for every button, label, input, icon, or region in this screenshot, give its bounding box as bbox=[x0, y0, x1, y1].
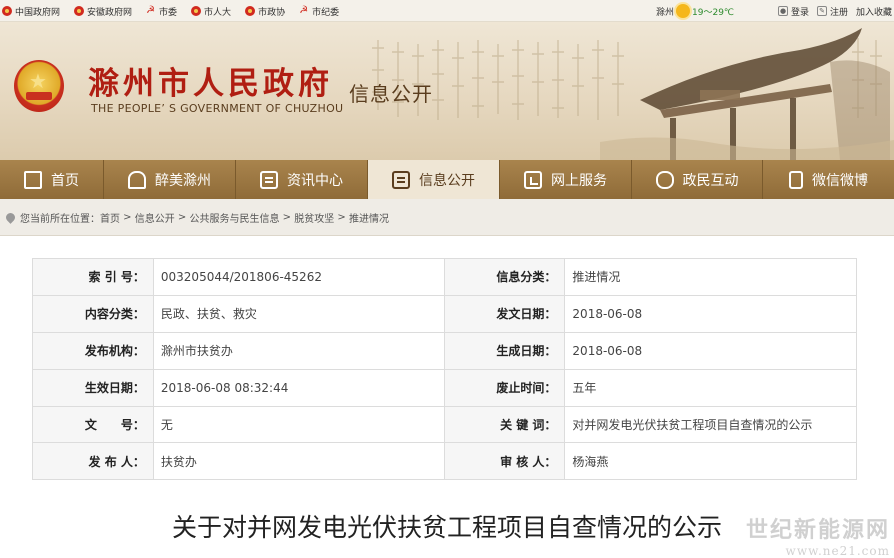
weather-widget: 滁州 19～29℃ bbox=[656, 0, 734, 22]
meta-value: 五年 bbox=[564, 368, 857, 407]
link-china-gov[interactable]: 中国政府网 bbox=[2, 5, 60, 18]
meta-value: 003205044/201806-45262 bbox=[152, 258, 445, 296]
table-row: 内容分类： 民政、扶贫、救灾 发文日期： 2018-06-08 bbox=[32, 294, 857, 333]
meta-value: 对并网发电光伏扶贫工程项目自查情况的公示 bbox=[564, 405, 857, 444]
breadcrumb: 您当前所在位置： 首页 > 信息公开 > 公共服务与民生信息 > 脱贫攻坚 > … bbox=[0, 199, 894, 236]
link-city-cppcc[interactable]: 市政协 bbox=[245, 5, 285, 18]
meta-value: 滁州市扶贫办 bbox=[152, 331, 445, 370]
edit-icon: ✎ bbox=[817, 6, 828, 16]
breadcrumb-separator: > bbox=[334, 211, 349, 223]
add-favorite-link[interactable]: 加入收藏 bbox=[856, 5, 892, 18]
link-city-committee[interactable]: ☭ 市委 bbox=[146, 5, 177, 18]
home-icon bbox=[24, 170, 42, 189]
meta-label: 索 引 号： bbox=[32, 258, 154, 296]
meta-label: 内容分类： bbox=[32, 294, 154, 333]
meta-label: 信息分类： bbox=[443, 258, 566, 296]
meta-label: 生效日期： bbox=[32, 368, 154, 407]
meta-value: 杨海燕 bbox=[564, 442, 857, 481]
meta-value: 无 bbox=[152, 405, 445, 444]
national-emblem-icon bbox=[191, 6, 202, 16]
nav-home[interactable]: 首页 bbox=[0, 160, 104, 199]
meta-value: 2018-06-08 08:32:44 bbox=[152, 368, 445, 407]
nav-info-disclosure[interactable]: 信息公开 bbox=[368, 160, 500, 199]
watermark: 世纪新能源网 www.ne21.com bbox=[746, 512, 890, 558]
meta-value: 2018-06-08 bbox=[564, 331, 857, 370]
national-emblem-logo[interactable] bbox=[14, 60, 64, 112]
register-link[interactable]: ✎ 注册 bbox=[817, 5, 848, 18]
document-meta-table: 索 引 号： 003205044/201806-45262 信息分类： 推进情况… bbox=[32, 258, 857, 481]
link-anhui-gov[interactable]: 安徽政府网 bbox=[74, 5, 132, 18]
top-bar: 中国政府网 安徽政府网 ☭ 市委 市人大 市政协 ☭ 市纪委 滁州 19～29℃ ●… bbox=[0, 0, 894, 22]
user-icon: ● bbox=[778, 6, 788, 16]
book-icon bbox=[392, 170, 410, 189]
breadcrumb-progress[interactable]: 推进情况 bbox=[349, 210, 389, 225]
breadcrumb-separator: > bbox=[174, 211, 190, 223]
watermark-url: www.ne21.com bbox=[785, 544, 890, 558]
meta-value: 2018-06-08 bbox=[564, 294, 857, 333]
pavilion-icon bbox=[128, 170, 146, 189]
cppcc-emblem-icon bbox=[245, 6, 256, 16]
breadcrumb-prefix: 您当前所在位置： bbox=[20, 213, 100, 225]
weather-temp: 19～29℃ bbox=[692, 7, 735, 18]
meta-label: 审 核 人： bbox=[443, 442, 566, 481]
weather-city: 滁州 bbox=[656, 7, 675, 18]
top-links: 中国政府网 安徽政府网 ☭ 市委 市人大 市政协 ☭ 市纪委 bbox=[2, 0, 353, 22]
main-nav: 首页 醉美滁州 资讯中心 信息公开 网上服务 政民互动 微信微博 bbox=[0, 160, 894, 199]
meta-label: 生成日期： bbox=[443, 331, 566, 370]
chat-icon bbox=[655, 170, 674, 189]
meta-label: 关 键 词： bbox=[443, 405, 566, 444]
section-title: 信息公开 bbox=[349, 82, 433, 106]
table-row: 索 引 号： 003205044/201806-45262 信息分类： 推进情况 bbox=[32, 258, 857, 296]
national-emblem-icon bbox=[2, 6, 12, 16]
breadcrumb-public-service[interactable]: 公共服务与民生信息 bbox=[190, 210, 280, 225]
link-city-npc[interactable]: 市人大 bbox=[191, 5, 231, 18]
nav-news-center[interactable]: 资讯中心 bbox=[236, 160, 368, 199]
party-emblem-icon: ☭ bbox=[299, 5, 309, 16]
site-title[interactable]: 滁州市人民政府 bbox=[88, 58, 333, 103]
breadcrumb-separator: > bbox=[279, 211, 295, 223]
meta-label: 废止时间： bbox=[443, 368, 566, 407]
table-row: 发布机构： 滁州市扶贫办 生成日期： 2018-06-08 bbox=[32, 331, 857, 370]
location-pin-icon bbox=[4, 210, 17, 224]
pavilion-illustration bbox=[600, 28, 894, 160]
national-emblem-icon bbox=[74, 6, 85, 16]
party-emblem-icon: ☭ bbox=[146, 5, 155, 16]
phone-icon bbox=[789, 170, 803, 189]
site-header: 滁州市人民政府 THE PEOPLE’ S GOVERNMENT OF CHUZ… bbox=[0, 22, 894, 160]
nav-wechat-weibo[interactable]: 微信微博 bbox=[763, 160, 894, 199]
breadcrumb-poverty[interactable]: 脱贫攻坚 bbox=[294, 210, 334, 225]
table-row: 生效日期： 2018-06-08 08:32:44 废止时间： 五年 bbox=[32, 368, 857, 407]
news-icon bbox=[260, 170, 278, 189]
screen-icon bbox=[524, 170, 542, 189]
meta-label: 发 布 人： bbox=[32, 442, 154, 481]
nav-scenic-chuzhou[interactable]: 醉美滁州 bbox=[104, 160, 236, 199]
table-row: 发 布 人： 扶贫办 审 核 人： 杨海燕 bbox=[32, 442, 857, 481]
login-link[interactable]: ● 登录 bbox=[778, 5, 809, 18]
watermark-name: 世纪新能源网 bbox=[745, 517, 890, 543]
breadcrumb-home[interactable]: 首页 bbox=[100, 210, 120, 225]
breadcrumb-info-disclosure[interactable]: 信息公开 bbox=[135, 210, 175, 225]
meta-label: 发文日期： bbox=[443, 294, 566, 333]
sun-cloud-icon bbox=[676, 4, 691, 18]
link-city-discipline[interactable]: ☭ 市纪委 bbox=[299, 5, 339, 18]
meta-label: 文 号： bbox=[32, 405, 154, 444]
table-row: 文 号： 无 关 键 词： 对并网发电光伏扶贫工程项目自查情况的公示 bbox=[32, 405, 857, 444]
site-subtitle: THE PEOPLE’ S GOVERNMENT OF CHUZHOU bbox=[91, 102, 344, 115]
meta-value: 扶贫办 bbox=[152, 442, 445, 481]
user-links: ● 登录 ✎ 注册 加入收藏 bbox=[778, 0, 894, 22]
meta-value: 民政、扶贫、救灾 bbox=[152, 294, 445, 333]
meta-label: 发布机构： bbox=[32, 331, 154, 370]
meta-value: 推进情况 bbox=[564, 258, 857, 296]
nav-public-interaction[interactable]: 政民互动 bbox=[632, 160, 763, 199]
breadcrumb-separator: > bbox=[120, 211, 135, 223]
nav-online-service[interactable]: 网上服务 bbox=[500, 160, 632, 199]
